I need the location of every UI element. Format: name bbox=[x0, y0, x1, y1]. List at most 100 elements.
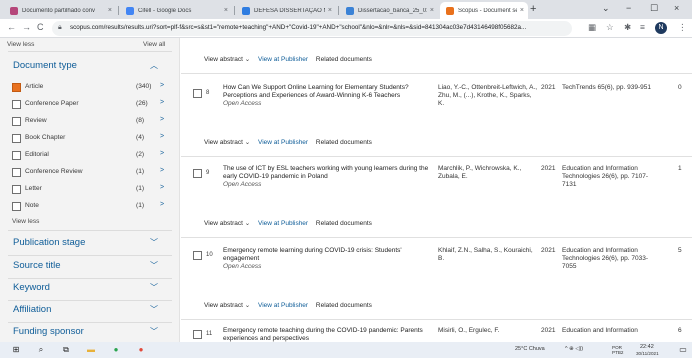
filter-conference-paper[interactable]: Conference Paper (26) > bbox=[12, 99, 172, 110]
tab-scopus[interactable]: Scopus - Document search × bbox=[440, 2, 528, 19]
tab-defesa-dissertacao[interactable]: DEFESA DISSERTAÇÃO MEST × bbox=[236, 2, 336, 19]
clock-time[interactable]: 22:42 bbox=[640, 344, 654, 350]
publication-stage-heading[interactable]: Publication stage bbox=[13, 237, 85, 248]
related-documents-link[interactable]: Related documents bbox=[316, 56, 372, 63]
chevron-down-icon[interactable]: ⌄ bbox=[243, 56, 250, 63]
back-icon[interactable]: ← bbox=[7, 22, 16, 32]
result-source[interactable]: Education and Information bbox=[562, 327, 662, 335]
close-window-icon[interactable]: × bbox=[674, 3, 679, 13]
avatar[interactable]: N bbox=[655, 22, 667, 34]
chevron-right-icon[interactable]: > bbox=[160, 201, 164, 208]
view-abstract-link[interactable]: View abstract bbox=[204, 220, 243, 227]
view-less-link[interactable]: View less bbox=[12, 218, 39, 225]
filter-conference-review[interactable]: Conference Review (1) > bbox=[12, 167, 172, 178]
affiliation-heading[interactable]: Affiliation bbox=[13, 304, 51, 315]
url-input[interactable]: 🔒︎ scopus.com/results/results.uri?sort=p… bbox=[52, 21, 572, 36]
filter-note[interactable]: Note (1) > bbox=[12, 201, 172, 212]
result-cited-by[interactable]: 1 bbox=[678, 165, 682, 172]
tab-close-icon[interactable]: × bbox=[430, 7, 434, 14]
chevron-right-icon[interactable]: > bbox=[160, 167, 164, 174]
document-type-heading[interactable]: Document type bbox=[13, 60, 77, 71]
chrome-icon[interactable]: ● bbox=[111, 345, 121, 355]
restore-icon[interactable]: ☐ bbox=[650, 3, 658, 14]
reload-icon[interactable]: C bbox=[37, 22, 44, 32]
view-at-publisher-link[interactable]: View at Publisher bbox=[258, 139, 308, 146]
result-authors[interactable]: Misirli, O., Ergulec, F. bbox=[438, 327, 538, 335]
source-title-heading[interactable]: Source title bbox=[13, 260, 61, 271]
chevron-down-icon[interactable]: ﹀ bbox=[150, 260, 158, 271]
chevron-down-icon[interactable]: ﹀ bbox=[150, 326, 158, 337]
result-authors[interactable]: Liao, Y.-C., Ottenbreit-Leftwich, A., Zh… bbox=[438, 84, 538, 108]
chevron-right-icon[interactable]: > bbox=[160, 133, 164, 140]
result-checkbox[interactable] bbox=[193, 330, 202, 339]
forward-icon[interactable]: → bbox=[22, 22, 31, 32]
funding-sponsor-heading[interactable]: Funding sponsor bbox=[13, 326, 84, 337]
result-source[interactable]: Education and Information Technologies 2… bbox=[562, 165, 662, 189]
tab-google-docs[interactable]: Cifell - Google Docs × bbox=[120, 2, 232, 19]
checkbox[interactable] bbox=[12, 117, 21, 126]
related-documents-link[interactable]: Related documents bbox=[316, 139, 372, 146]
result-title-text[interactable]: The use of ICT by ESL teachers working w… bbox=[223, 165, 428, 180]
menu-icon[interactable]: ⋮ bbox=[678, 22, 687, 33]
tab-search-icon[interactable]: ⌄ bbox=[602, 3, 610, 14]
tab-dissertacao-banca[interactable]: Dissertacao_banca_25_01_2 × bbox=[340, 2, 438, 19]
view-abstract-link[interactable]: View abstract bbox=[204, 302, 243, 309]
result-cited-by[interactable]: 6 bbox=[678, 327, 682, 334]
checkbox[interactable] bbox=[12, 151, 21, 160]
checkbox[interactable] bbox=[12, 100, 21, 109]
filter-book-chapter[interactable]: Book Chapter (4) > bbox=[12, 133, 172, 144]
tab-documento-partilhado[interactable]: Documento partilhado conv × bbox=[4, 2, 116, 19]
weather-widget[interactable]: 25°C Chuva bbox=[515, 346, 545, 352]
filter-review[interactable]: Review (8) > bbox=[12, 116, 172, 127]
chevron-down-icon[interactable]: ⌄ bbox=[243, 220, 250, 227]
result-checkbox[interactable] bbox=[193, 169, 202, 178]
view-all-top-link[interactable]: View all bbox=[143, 41, 165, 48]
search-icon[interactable]: ⌕ bbox=[36, 345, 46, 355]
chevron-down-icon[interactable]: ⌄ bbox=[243, 139, 250, 146]
chevron-right-icon[interactable]: > bbox=[160, 99, 164, 106]
chevron-down-icon[interactable]: ﹀ bbox=[150, 282, 158, 293]
chevron-up-icon[interactable]: ︿ bbox=[150, 60, 158, 71]
related-documents-link[interactable]: Related documents bbox=[316, 302, 372, 309]
checkbox[interactable] bbox=[12, 185, 21, 194]
result-title[interactable]: The use of ICT by ESL teachers working w… bbox=[223, 165, 433, 189]
result-title-text[interactable]: Emergency remote learning during COVID-1… bbox=[223, 247, 402, 262]
filter-letter[interactable]: Letter (1) > bbox=[12, 184, 172, 195]
minimize-icon[interactable]: − bbox=[626, 3, 631, 13]
result-authors[interactable]: Khlaif, Z.N., Salha, S., Kouraichi, B. bbox=[438, 247, 538, 263]
tray-icons[interactable]: ^ ⊕ ◁)) bbox=[565, 346, 583, 352]
checkbox[interactable] bbox=[12, 83, 21, 92]
result-title[interactable]: Emergency remote learning during COVID-1… bbox=[223, 247, 433, 271]
view-at-publisher-link[interactable]: View at Publisher bbox=[258, 220, 308, 227]
result-title-text[interactable]: How Can We Support Online Learning for E… bbox=[223, 84, 409, 99]
sidebar-icon[interactable]: ≡ bbox=[640, 22, 645, 32]
notifications-icon[interactable]: ▭ bbox=[678, 345, 688, 355]
chevron-right-icon[interactable]: > bbox=[160, 116, 164, 123]
chevron-right-icon[interactable]: > bbox=[160, 82, 164, 89]
clock-date[interactable]: 30/11/2021 bbox=[636, 351, 659, 356]
result-source[interactable]: TechTrends 65(6), pp. 939-951 bbox=[562, 84, 662, 92]
keyword-heading[interactable]: Keyword bbox=[13, 282, 50, 293]
chevron-right-icon[interactable]: > bbox=[160, 150, 164, 157]
view-abstract-link[interactable]: View abstract bbox=[204, 56, 243, 63]
tab-close-icon[interactable]: × bbox=[224, 7, 228, 14]
chevron-down-icon[interactable]: ⌄ bbox=[243, 302, 250, 309]
result-title[interactable]: Emergency remote teaching during the COV… bbox=[223, 327, 433, 342]
windows-start-icon[interactable]: ⊞ bbox=[11, 345, 21, 355]
result-checkbox[interactable] bbox=[193, 251, 202, 260]
view-at-publisher-link[interactable]: View at Publisher bbox=[258, 56, 308, 63]
result-authors[interactable]: Marchlik, P., Wichrowska, K., Zubala, E. bbox=[438, 165, 538, 181]
language-indicator[interactable]: POR PTB2 bbox=[612, 345, 634, 355]
task-view-icon[interactable]: ⧉ bbox=[61, 345, 71, 355]
new-tab-button[interactable]: + bbox=[530, 3, 536, 15]
view-less-top-link[interactable]: View less bbox=[7, 41, 34, 48]
chevron-down-icon[interactable]: ﹀ bbox=[150, 304, 158, 315]
result-title[interactable]: How Can We Support Online Learning for E… bbox=[223, 84, 433, 108]
result-checkbox[interactable] bbox=[193, 89, 202, 98]
filter-editorial[interactable]: Editorial (2) > bbox=[12, 150, 172, 161]
result-title-text[interactable]: Emergency remote teaching during the COV… bbox=[223, 327, 423, 342]
result-cited-by[interactable]: 0 bbox=[678, 84, 682, 91]
result-source[interactable]: Education and Information Technologies 2… bbox=[562, 247, 662, 271]
filter-article[interactable]: Article (340) > bbox=[12, 82, 172, 93]
puzzle-icon[interactable]: ✱ bbox=[624, 22, 631, 33]
